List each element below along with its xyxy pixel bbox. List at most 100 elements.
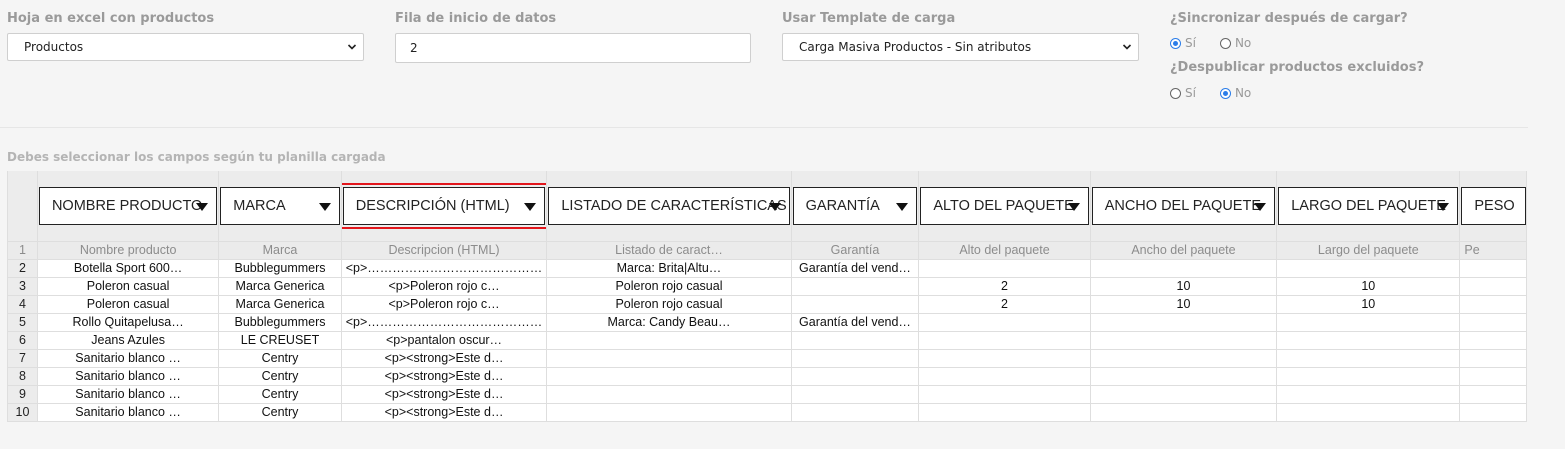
- column-header: Garantía: [790, 241, 920, 260]
- row-number: 4: [7, 295, 38, 314]
- mapping-cell: MARCA: [218, 171, 342, 242]
- table-row: 10 Sanitario blanco … Centry <p><strong>Est…: [7, 403, 1527, 422]
- sync-no-label: No: [1234, 36, 1252, 50]
- column-mapping-select[interactable]: MARCA: [220, 187, 340, 225]
- radio-unchecked-icon[interactable]: [1170, 87, 1181, 99]
- table-cell: [790, 295, 920, 314]
- unpublish-radio-group: Sí No: [1170, 86, 1251, 100]
- table-cell: Marca: Brita|Altu…: [546, 259, 792, 278]
- table-cell: Jeans Azules: [36, 331, 220, 350]
- table-cell: [918, 403, 1091, 422]
- table-cell: 10: [1276, 295, 1461, 314]
- table-cell: Centry: [218, 403, 342, 422]
- table-cell: [790, 331, 920, 350]
- table-cell: [1089, 367, 1278, 386]
- template-label: Usar Template de carga: [782, 11, 956, 26]
- start-row-value: 2: [410, 41, 418, 55]
- table-cell: Marca: Candy Beau…: [546, 313, 792, 332]
- table-cell: 2: [918, 277, 1091, 296]
- template-select-value: Carga Masiva Productos - Sin atributos: [799, 40, 1032, 54]
- unpublish-no-option[interactable]: No: [1219, 86, 1252, 100]
- table-cell: Marca Generica: [218, 277, 342, 296]
- column-header: Marca: [218, 241, 342, 260]
- table-cell: Centry: [218, 367, 342, 386]
- mapping-cell: ALTO DEL PAQUETE: [918, 171, 1091, 242]
- table-cell: 10: [1089, 295, 1278, 314]
- table-row: 2 Botella Sport 600… Bubblegummers <p>………………: [7, 259, 1527, 278]
- table-cell: [1276, 313, 1461, 332]
- table-cell: [1089, 385, 1278, 404]
- table-cell: [1089, 313, 1278, 332]
- sheet-select-value: Productos: [24, 40, 84, 54]
- column-mapping-value: LARGO DEL PAQUETE: [1291, 198, 1446, 214]
- table-cell: LE CREUSET: [218, 331, 342, 350]
- sync-yes-option[interactable]: Sí: [1170, 36, 1196, 50]
- table-cell: Bubblegummers: [218, 313, 342, 332]
- table-cell: <p>……………………………………: [340, 313, 548, 332]
- column-mapping-select[interactable]: LISTADO DE CARACTERÍSTICAS: [548, 187, 790, 225]
- sync-no-option[interactable]: No: [1219, 36, 1252, 50]
- grid-body: 2 Botella Sport 600… Bubblegummers <p>………………: [7, 259, 1527, 422]
- row-number: 3: [7, 277, 38, 296]
- column-mapping-select[interactable]: PESO: [1461, 187, 1526, 225]
- column-mapping-value: NOMBRE PRODUCTO: [51, 198, 203, 214]
- sync-radio-group: Sí No: [1170, 36, 1251, 50]
- table-cell: Sanitario blanco …: [36, 385, 220, 404]
- unpublish-yes-option[interactable]: Sí: [1170, 86, 1196, 100]
- column-header: Pe: [1459, 241, 1527, 260]
- table-cell: [546, 403, 792, 422]
- table-cell: Rollo Quitapelusa…: [36, 313, 220, 332]
- table-cell: <p><strong>Este d…: [340, 349, 548, 368]
- table-cell: Poleron casual: [36, 277, 220, 296]
- column-header: Alto del paquete: [918, 241, 1091, 260]
- column-mapping-select[interactable]: GARANTÍA: [792, 187, 918, 225]
- column-mapping-select-highlighted[interactable]: DESCRIPCIÓN (HTML): [342, 183, 546, 229]
- mapping-grid[interactable]: NOMBRE PRODUCTO MARCA DESCRIPCIÓN (HTML)…: [7, 171, 1527, 422]
- table-cell: Sanitario blanco …: [36, 367, 220, 386]
- table-cell: [918, 367, 1091, 386]
- column-mapping-select[interactable]: NOMBRE PRODUCTO: [38, 187, 218, 225]
- table-cell: [918, 259, 1091, 278]
- sheet-select[interactable]: Productos: [7, 33, 364, 61]
- table-cell: Sanitario blanco …: [36, 349, 220, 368]
- radio-checked-icon[interactable]: [1170, 37, 1181, 49]
- mapping-cell: ANCHO DEL PAQUETE: [1089, 171, 1278, 242]
- table-cell: [1276, 367, 1461, 386]
- template-select[interactable]: Carga Masiva Productos - Sin atributos: [782, 33, 1139, 61]
- table-cell: Centry: [218, 349, 342, 368]
- mapping-cell: LISTADO DE CARACTERÍSTICAS: [546, 171, 792, 242]
- mapping-instruction: Debes seleccionar los campos según tu pl…: [7, 150, 386, 164]
- column-header: Nombre producto: [36, 241, 220, 260]
- table-cell: [546, 367, 792, 386]
- table-cell: Garantía del vend…: [790, 259, 920, 278]
- corner-cell: [7, 171, 38, 242]
- table-cell: [790, 385, 920, 404]
- table-cell: Garantía del vend…: [790, 313, 920, 332]
- row-number: 6: [7, 331, 38, 350]
- sheet-label: Hoja en excel con productos: [7, 11, 215, 26]
- column-mapping-select[interactable]: ALTO DEL PAQUETE: [920, 187, 1089, 225]
- row-number: 1: [7, 241, 38, 260]
- column-mapping-select[interactable]: LARGO DEL PAQUETE: [1278, 187, 1459, 225]
- table-cell: Marca Generica: [218, 295, 342, 314]
- unpublish-no-label: No: [1234, 86, 1252, 100]
- caret-down-icon: [318, 203, 331, 211]
- column-mapping-value: DESCRIPCIÓN (HTML): [355, 198, 510, 214]
- header-name-row: 1 Nombre producto Marca Descripcion (HTM…: [7, 241, 1527, 260]
- table-cell: [1459, 277, 1527, 296]
- radio-unchecked-icon[interactable]: [1219, 37, 1231, 49]
- table-cell: [1459, 331, 1527, 350]
- radio-checked-icon[interactable]: [1219, 87, 1231, 99]
- table-row: 5 Rollo Quitapelusa… Bubblegummers <p>………………: [7, 313, 1527, 332]
- chevron-down-icon: [347, 44, 357, 50]
- mapping-cell: LARGO DEL PAQUETE: [1276, 171, 1461, 242]
- column-mapping-value: LISTADO DE CARACTERÍSTICAS: [561, 198, 787, 214]
- table-cell: [1459, 367, 1527, 386]
- start-row-input[interactable]: 2: [395, 33, 751, 63]
- column-mapping-row: NOMBRE PRODUCTO MARCA DESCRIPCIÓN (HTML)…: [7, 171, 1527, 242]
- table-cell: [790, 349, 920, 368]
- column-mapping-select[interactable]: ANCHO DEL PAQUETE: [1091, 187, 1276, 225]
- table-cell: <p>pantalon oscur…: [340, 331, 548, 350]
- row-number: 5: [7, 313, 38, 332]
- table-cell: <p><strong>Este d…: [340, 385, 548, 404]
